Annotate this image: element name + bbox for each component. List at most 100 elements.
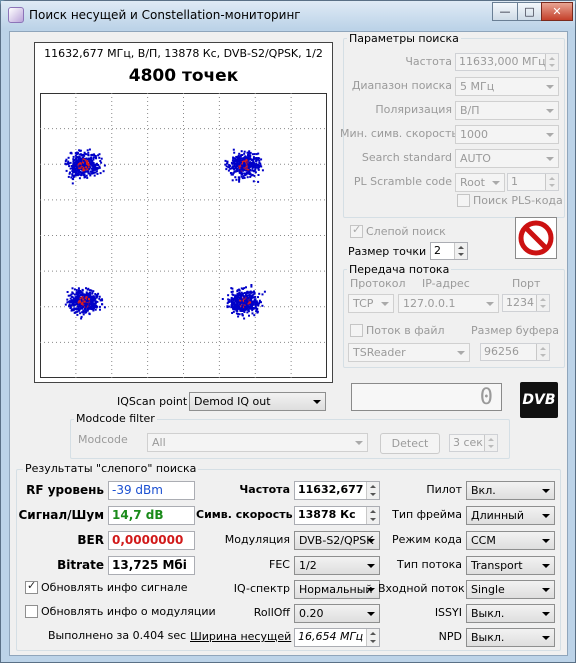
dot-size-spinner[interactable]: 2 (430, 242, 468, 260)
results-group-title: Результаты "слепого" поиска (23, 462, 199, 475)
chevron-down-icon (542, 514, 550, 518)
update-signal-checkbox[interactable] (25, 579, 38, 594)
chevron-down-icon (367, 564, 375, 568)
snr-field: 14,7 dB (108, 506, 195, 525)
maximize-button[interactable]: □ (517, 2, 542, 21)
stop-button[interactable] (515, 217, 557, 259)
packet-counter: 0 (351, 383, 502, 411)
stream-type-value: Transport (471, 559, 523, 572)
reader-select[interactable]: TSReader (348, 343, 470, 362)
stream-group-title: Передача потока (347, 263, 452, 276)
fec-select[interactable]: 1/2 (294, 556, 380, 575)
title-bar[interactable]: Поиск несущей и Constellation-мониторинг (1, 1, 575, 29)
constellation-plot (40, 93, 327, 378)
chevron-down-icon (542, 612, 550, 616)
update-signal-label: Обновлять инфо сигнале (41, 581, 188, 594)
chevron-down-icon (367, 539, 375, 543)
pilot-select[interactable]: Вкл. (466, 481, 555, 500)
dvb-logo-text: DVB (522, 392, 556, 408)
frame-type-select[interactable]: Длинный (466, 506, 555, 525)
search-standard-label: Search standard (361, 151, 452, 164)
buffer-size-spinner[interactable]: 96256 (480, 343, 550, 361)
rf-level-field: -39 dBm (108, 481, 195, 500)
stream-type-label: Тип потока (396, 558, 462, 571)
fec-label: FEC (269, 558, 290, 571)
modulation-label: Модуляция (224, 533, 290, 546)
pls-code-value: 1 (511, 175, 518, 188)
bandwidth-value: 16,654 МГц (298, 630, 364, 643)
freq-param-spinner[interactable]: 11633,000 МГц (455, 53, 559, 71)
minimize-button[interactable]: — (492, 2, 518, 21)
spinner-buttons[interactable] (366, 629, 379, 646)
spinner-buttons[interactable] (536, 295, 549, 311)
modulation-select[interactable]: DVB-S2/QPSK (294, 531, 380, 550)
pls-mode-select[interactable]: Root (455, 173, 505, 192)
bitrate-label: Bitrate (57, 558, 104, 572)
port-value: 1234 (506, 296, 534, 309)
snr-value: 14,7 dB (112, 508, 164, 522)
input-stream-select[interactable]: Single (466, 580, 555, 599)
rolloff-label: RollOff (253, 606, 290, 619)
detect-button[interactable]: Detect (380, 433, 440, 454)
counter-value: 0 (479, 385, 493, 410)
port-label: Порт (512, 277, 541, 290)
spinner-buttons[interactable] (536, 344, 549, 360)
chevron-down-icon (546, 109, 554, 113)
spinner-buttons[interactable] (545, 54, 558, 70)
freq-param-label: Частота (405, 55, 452, 68)
iq-spectrum-value: Нормальный (299, 583, 373, 596)
window-title: Поиск несущей и Constellation-мониторинг (29, 8, 301, 22)
ip-select[interactable]: 127.0.0.1 (398, 294, 499, 313)
modcode-select[interactable]: All (147, 433, 368, 452)
chevron-down-icon (457, 351, 465, 355)
rolloff-select[interactable]: 0.20 (294, 604, 380, 623)
dvb-logo: DVB (520, 382, 558, 418)
min-symrate-label: Мин. симв. скорость (340, 127, 458, 140)
iqscan-select[interactable]: Demod IQ out (189, 392, 326, 411)
iq-spectrum-select[interactable]: Нормальный (294, 580, 380, 599)
min-symrate-value: 1000 (460, 128, 488, 141)
spinner-buttons[interactable] (366, 482, 379, 499)
pls-search-checkbox[interactable] (457, 194, 470, 207)
modcode-value: All (152, 436, 166, 449)
stop-icon (518, 220, 554, 256)
stream-type-select[interactable]: Transport (466, 556, 555, 575)
symrate-result-label: Симв. скорость (196, 508, 293, 521)
pls-search-label: Поиск PLS-кода (473, 194, 563, 207)
min-symrate-combo[interactable]: 1000 (455, 125, 559, 144)
pls-mode-value: Root (460, 176, 485, 189)
code-mode-select[interactable]: CCM (466, 531, 555, 550)
spinner-buttons[interactable] (484, 435, 497, 451)
to-file-checkbox[interactable] (350, 324, 363, 337)
blind-search-checkbox[interactable] (350, 223, 363, 238)
freq-result-label: Частота (239, 483, 290, 496)
pls-label: PL Scramble code (353, 175, 452, 188)
port-spinner[interactable]: 1234 (502, 294, 550, 312)
chevron-down-icon (542, 588, 550, 592)
update-modulation-checkbox[interactable] (25, 605, 38, 618)
pls-code-spinner[interactable]: 1 (507, 173, 559, 191)
ber-field: 0,0000000 (108, 531, 195, 550)
spinner-buttons[interactable] (454, 243, 467, 259)
protocol-select[interactable]: TCP (348, 294, 394, 313)
range-select[interactable]: 5 МГц (455, 77, 559, 96)
spinner-buttons[interactable] (366, 507, 379, 524)
search-standard-select[interactable]: AUTO (455, 149, 559, 168)
chevron-down-icon (542, 636, 550, 640)
ber-label: BER (77, 533, 104, 547)
polarization-value: В/П (460, 104, 480, 117)
update-modulation-label: Обновлять инфо о модуляции (41, 605, 216, 618)
app-icon (8, 7, 24, 23)
polarization-select[interactable]: В/П (455, 101, 559, 120)
rolloff-value: 0.20 (299, 607, 324, 620)
protocol-value: TCP (353, 297, 374, 310)
ip-value: 127.0.0.1 (403, 297, 456, 310)
chevron-down-icon (492, 181, 500, 185)
detect-interval-value: 3 сек (453, 436, 483, 449)
detect-interval-spinner[interactable]: 3 сек (449, 434, 498, 452)
spinner-buttons[interactable] (545, 174, 558, 190)
issyi-select[interactable]: Выкл. (466, 604, 555, 623)
chevron-down-icon (381, 302, 389, 306)
close-button[interactable]: ✕ (541, 2, 573, 21)
npd-select[interactable]: Выкл. (466, 628, 555, 647)
